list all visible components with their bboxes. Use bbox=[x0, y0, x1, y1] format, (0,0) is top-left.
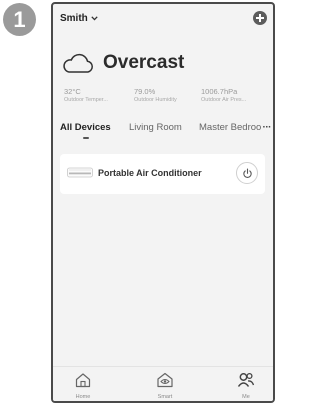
stat-humidity: 79.0% Outdoor Humidity bbox=[134, 87, 177, 103]
tab-master-bedroom[interactable]: Master Bedroo bbox=[199, 122, 261, 133]
home-name: Smith bbox=[60, 13, 88, 24]
temperature-value: 32°C bbox=[64, 87, 81, 96]
weather-stats: 32°C Outdoor Temper... 79.0% Outdoor Hum… bbox=[53, 87, 273, 107]
nav-smart[interactable]: Smart bbox=[145, 372, 185, 400]
tab-living-room[interactable]: Living Room bbox=[129, 122, 182, 133]
tab-all-devices[interactable]: All Devices bbox=[60, 122, 111, 133]
stat-temperature: 32°C Outdoor Temper... bbox=[64, 87, 108, 103]
air-conditioner-icon bbox=[67, 167, 93, 178]
more-tabs-icon[interactable]: ··· bbox=[260, 122, 271, 133]
bottom-navigation: Home Smart Me bbox=[53, 366, 273, 401]
chevron-down-icon bbox=[91, 16, 98, 21]
device-name: Portable Air Conditioner bbox=[98, 168, 202, 178]
nav-me[interactable]: Me bbox=[226, 372, 266, 400]
step-number-badge: 1 bbox=[3, 3, 36, 36]
stat-air-pressure: 1006.7hPa Outdoor Air Pres... bbox=[201, 87, 246, 103]
weather-summary: Overcast bbox=[53, 44, 273, 84]
power-button[interactable] bbox=[236, 162, 258, 184]
air-pressure-value: 1006.7hPa bbox=[201, 87, 238, 96]
smart-scene-icon bbox=[157, 372, 173, 388]
humidity-value: 79.0% bbox=[134, 87, 156, 96]
device-card[interactable]: Portable Air Conditioner bbox=[60, 154, 265, 194]
profile-icon bbox=[237, 372, 255, 387]
power-icon bbox=[242, 168, 252, 178]
humidity-label: Outdoor Humidity bbox=[134, 97, 177, 103]
home-icon bbox=[75, 373, 91, 388]
cloud-icon bbox=[63, 53, 93, 73]
nav-me-label: Me bbox=[242, 394, 250, 400]
weather-condition: Overcast bbox=[103, 52, 185, 73]
nav-home[interactable]: Home bbox=[63, 372, 103, 400]
nav-smart-label: Smart bbox=[157, 394, 173, 400]
home-selector[interactable]: Smith bbox=[60, 13, 98, 24]
plus-icon[interactable] bbox=[253, 11, 267, 25]
phone-screen: Smith Overcast 32°C Outdoor Temper... 79… bbox=[51, 2, 275, 403]
nav-home-label: Home bbox=[75, 394, 91, 400]
active-tab-indicator bbox=[83, 137, 89, 139]
temperature-label: Outdoor Temper... bbox=[64, 97, 108, 103]
air-pressure-label: Outdoor Air Pres... bbox=[201, 97, 247, 103]
top-bar: Smith bbox=[53, 4, 273, 34]
room-tabs: All Devices Living Room Master Bedroo ··… bbox=[53, 122, 273, 142]
